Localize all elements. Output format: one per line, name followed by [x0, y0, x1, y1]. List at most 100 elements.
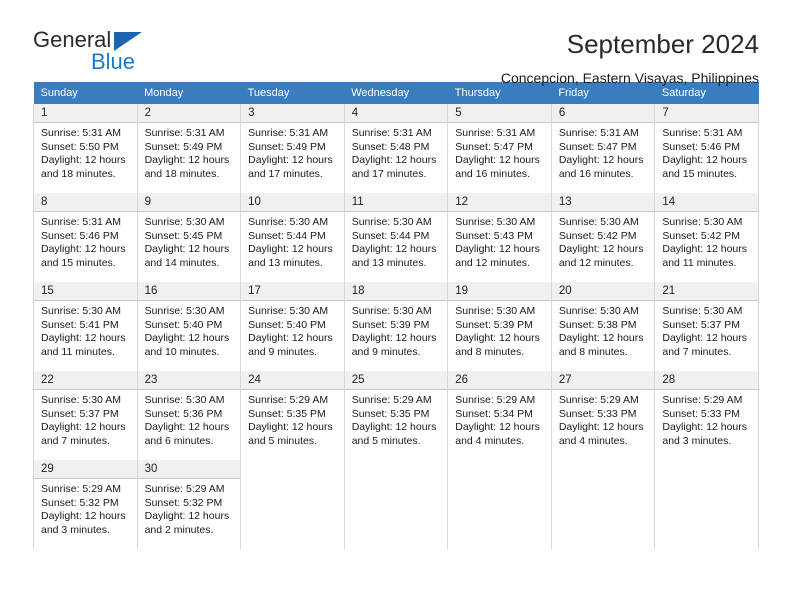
- sunrise-text: Sunrise: 5:31 AM: [41, 216, 121, 228]
- day-cell[interactable]: 9 Sunrise: 5:30 AM Sunset: 5:45 PM Dayli…: [136, 193, 242, 282]
- sunset-text: Sunset: 5:47 PM: [455, 140, 533, 153]
- daylight-text-line2: and 4 minutes.: [455, 434, 525, 447]
- sunrise-text: Sunrise: 5:29 AM: [558, 394, 639, 406]
- day-cell[interactable]: 2 Sunrise: 5:31 AM Sunset: 5:49 PM Dayli…: [136, 104, 242, 193]
- day-number: 14: [655, 193, 758, 212]
- day-cell[interactable]: 7 Sunrise: 5:31 AM Sunset: 5:46 PM Dayli…: [654, 104, 759, 193]
- day-number: [344, 460, 448, 479]
- sunset-text: Sunset: 5:40 PM: [248, 318, 326, 331]
- sunset-text: Sunset: 5:33 PM: [662, 407, 741, 420]
- daylight-text-line1: Daylight: 12 hours: [455, 421, 540, 434]
- daylight-text-line1: Daylight: 12 hours: [351, 243, 437, 256]
- calendar-week-row: 29 Sunrise: 5:29 AM Sunset: 5:32 PM Dayl…: [33, 460, 759, 549]
- daylight-text-line2: and 8 minutes.: [558, 345, 628, 358]
- day-cell[interactable]: 26 Sunrise: 5:29 AM Sunset: 5:34 PM Dayl…: [447, 371, 552, 460]
- daylight-text-line2: and 9 minutes.: [248, 345, 318, 358]
- day-cell[interactable]: 29 Sunrise: 5:29 AM Sunset: 5:32 PM Dayl…: [33, 460, 138, 549]
- sunset-text: Sunset: 5:38 PM: [558, 318, 637, 331]
- day-number: [551, 460, 655, 479]
- sunset-text: Sunset: 5:36 PM: [144, 407, 223, 420]
- day-cell[interactable]: 3 Sunrise: 5:31 AM Sunset: 5:49 PM Dayli…: [240, 104, 345, 193]
- sunrise-text: Sunrise: 5:30 AM: [662, 305, 743, 317]
- day-cell[interactable]: 27 Sunrise: 5:29 AM Sunset: 5:33 PM Dayl…: [550, 371, 656, 460]
- day-cell[interactable]: 21 Sunrise: 5:30 AM Sunset: 5:37 PM Dayl…: [654, 282, 759, 371]
- day-details: Sunrise: 5:30 AM Sunset: 5:38 PM Dayligh…: [552, 301, 655, 359]
- day-cell[interactable]: 1 Sunrise: 5:31 AM Sunset: 5:50 PM Dayli…: [33, 104, 138, 193]
- brand-logo[interactable]: General Blue: [33, 27, 168, 75]
- day-cell[interactable]: 8 Sunrise: 5:31 AM Sunset: 5:46 PM Dayli…: [33, 193, 138, 282]
- day-cell-empty: [550, 460, 656, 549]
- sunset-text: Sunset: 5:42 PM: [558, 229, 637, 242]
- day-cell[interactable]: 28 Sunrise: 5:29 AM Sunset: 5:33 PM Dayl…: [654, 371, 759, 460]
- day-cell[interactable]: 30 Sunrise: 5:29 AM Sunset: 5:32 PM Dayl…: [136, 460, 242, 549]
- daylight-text-line1: Daylight: 12 hours: [144, 154, 230, 167]
- sunset-text: Sunset: 5:45 PM: [144, 229, 223, 242]
- daylight-text-line2: and 17 minutes.: [351, 167, 427, 180]
- day-number: 5: [448, 104, 551, 123]
- day-cell[interactable]: 6 Sunrise: 5:31 AM Sunset: 5:47 PM Dayli…: [550, 104, 656, 193]
- calendar-week-row: 8 Sunrise: 5:31 AM Sunset: 5:46 PM Dayli…: [33, 193, 759, 282]
- day-cell[interactable]: 13 Sunrise: 5:30 AM Sunset: 5:42 PM Dayl…: [550, 193, 656, 282]
- day-cell[interactable]: 17 Sunrise: 5:30 AM Sunset: 5:40 PM Dayl…: [240, 282, 345, 371]
- sunrise-text: Sunrise: 5:30 AM: [351, 216, 432, 228]
- day-cell[interactable]: 16 Sunrise: 5:30 AM Sunset: 5:40 PM Dayl…: [136, 282, 242, 371]
- sunset-text: Sunset: 5:40 PM: [144, 318, 223, 331]
- day-cell[interactable]: 23 Sunrise: 5:30 AM Sunset: 5:36 PM Dayl…: [136, 371, 242, 460]
- day-number: 8: [34, 193, 137, 212]
- day-number: 6: [551, 104, 655, 123]
- weekday-header-monday: Monday: [137, 82, 241, 104]
- sunrise-text: Sunrise: 5:31 AM: [558, 127, 639, 139]
- daylight-text-line1: Daylight: 12 hours: [558, 332, 644, 345]
- day-cell[interactable]: 18 Sunrise: 5:30 AM Sunset: 5:39 PM Dayl…: [343, 282, 449, 371]
- day-cell[interactable]: 24 Sunrise: 5:29 AM Sunset: 5:35 PM Dayl…: [240, 371, 345, 460]
- day-number: 9: [137, 193, 241, 212]
- daylight-text-line1: Daylight: 12 hours: [41, 243, 126, 256]
- day-number: 18: [344, 282, 448, 301]
- sunset-text: Sunset: 5:37 PM: [662, 318, 741, 331]
- day-number: 23: [137, 371, 241, 390]
- sunrise-text: Sunrise: 5:29 AM: [248, 394, 329, 406]
- daylight-text-line2: and 4 minutes.: [558, 434, 628, 447]
- sunrise-text: Sunrise: 5:30 AM: [144, 216, 225, 228]
- day-details: Sunrise: 5:30 AM Sunset: 5:37 PM Dayligh…: [34, 390, 137, 448]
- day-details: Sunrise: 5:29 AM Sunset: 5:35 PM Dayligh…: [241, 390, 344, 448]
- day-cell[interactable]: 12 Sunrise: 5:30 AM Sunset: 5:43 PM Dayl…: [447, 193, 552, 282]
- day-number: 26: [448, 371, 551, 390]
- day-cell[interactable]: 4 Sunrise: 5:31 AM Sunset: 5:48 PM Dayli…: [343, 104, 449, 193]
- daylight-text-line1: Daylight: 12 hours: [455, 243, 540, 256]
- day-details: Sunrise: 5:30 AM Sunset: 5:36 PM Dayligh…: [138, 390, 241, 448]
- daylight-text-line1: Daylight: 12 hours: [662, 332, 748, 345]
- day-number: 29: [34, 460, 137, 479]
- sunset-text: Sunset: 5:32 PM: [144, 496, 223, 509]
- calendar-week-row: 15 Sunrise: 5:30 AM Sunset: 5:41 PM Dayl…: [33, 282, 759, 371]
- day-cell[interactable]: 14 Sunrise: 5:30 AM Sunset: 5:42 PM Dayl…: [654, 193, 759, 282]
- sunrise-text: Sunrise: 5:30 AM: [248, 216, 329, 228]
- sunrise-text: Sunrise: 5:29 AM: [662, 394, 743, 406]
- sunrise-text: Sunrise: 5:30 AM: [144, 394, 225, 406]
- day-cell[interactable]: 10 Sunrise: 5:30 AM Sunset: 5:44 PM Dayl…: [240, 193, 345, 282]
- day-cell[interactable]: 11 Sunrise: 5:30 AM Sunset: 5:44 PM Dayl…: [343, 193, 449, 282]
- sunrise-text: Sunrise: 5:30 AM: [41, 394, 121, 406]
- day-cell[interactable]: 19 Sunrise: 5:30 AM Sunset: 5:39 PM Dayl…: [447, 282, 552, 371]
- day-details: Sunrise: 5:31 AM Sunset: 5:47 PM Dayligh…: [552, 123, 655, 181]
- sunset-text: Sunset: 5:48 PM: [351, 140, 430, 153]
- day-cell[interactable]: 25 Sunrise: 5:29 AM Sunset: 5:35 PM Dayl…: [343, 371, 449, 460]
- daylight-text-line2: and 17 minutes.: [248, 167, 323, 180]
- sunrise-text: Sunrise: 5:31 AM: [144, 127, 225, 139]
- day-details: Sunrise: 5:30 AM Sunset: 5:44 PM Dayligh…: [345, 212, 448, 270]
- logo-secondary-text: Blue: [91, 49, 136, 74]
- daylight-text-line1: Daylight: 12 hours: [144, 332, 230, 345]
- day-details: Sunrise: 5:29 AM Sunset: 5:34 PM Dayligh…: [448, 390, 551, 448]
- daylight-text-line1: Daylight: 12 hours: [662, 154, 748, 167]
- day-cell[interactable]: 22 Sunrise: 5:30 AM Sunset: 5:37 PM Dayl…: [33, 371, 138, 460]
- day-cell-empty: [447, 460, 552, 549]
- daylight-text-line2: and 2 minutes.: [144, 523, 214, 536]
- calendar-page: General Blue September 2024 Concepcion, …: [0, 0, 792, 612]
- sunrise-text: Sunrise: 5:31 AM: [351, 127, 432, 139]
- day-cell[interactable]: 5 Sunrise: 5:31 AM Sunset: 5:47 PM Dayli…: [447, 104, 552, 193]
- sunrise-text: Sunrise: 5:29 AM: [144, 483, 225, 495]
- sunrise-text: Sunrise: 5:30 AM: [455, 216, 536, 228]
- day-cell[interactable]: 15 Sunrise: 5:30 AM Sunset: 5:41 PM Dayl…: [33, 282, 138, 371]
- sunset-text: Sunset: 5:46 PM: [662, 140, 741, 153]
- day-cell[interactable]: 20 Sunrise: 5:30 AM Sunset: 5:38 PM Dayl…: [550, 282, 656, 371]
